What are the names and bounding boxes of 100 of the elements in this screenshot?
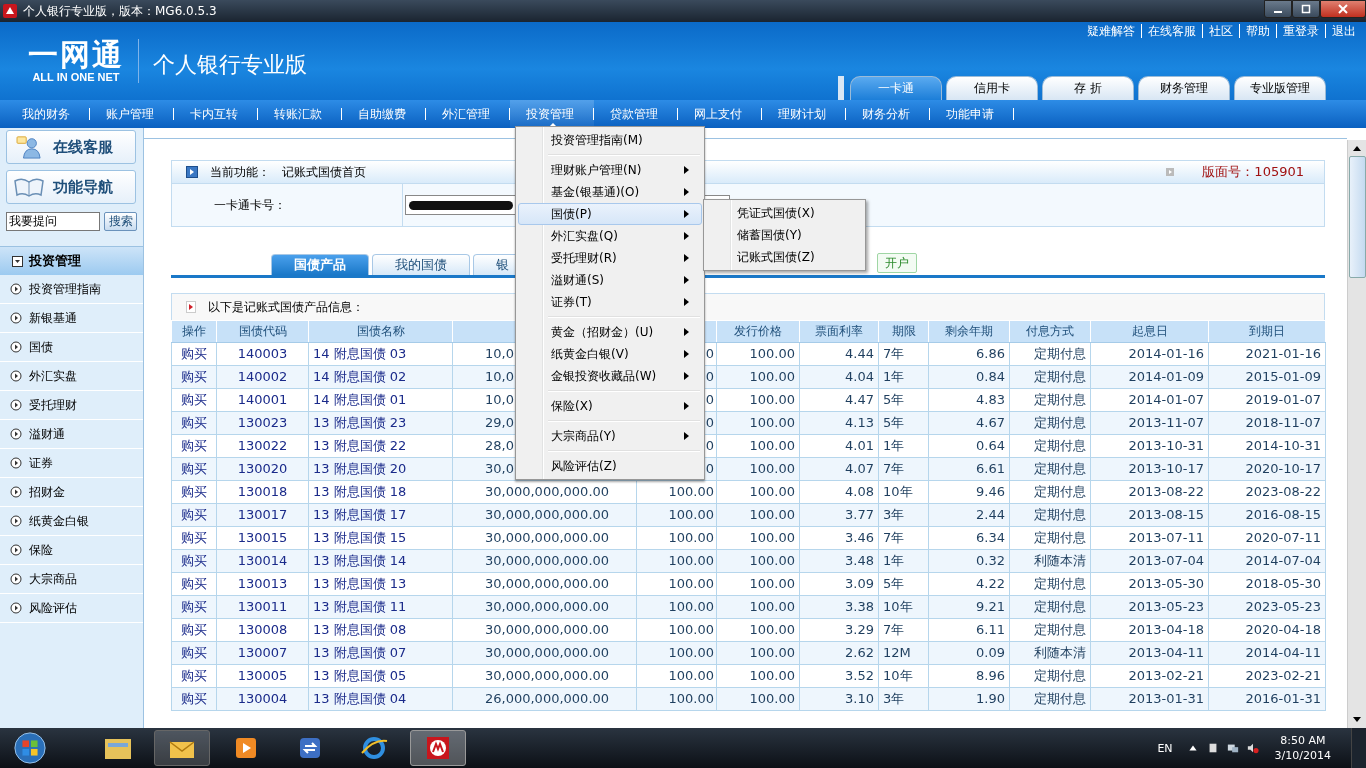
table-cell: 定期付息 [1034,576,1086,591]
table-cell: 4.07 [845,461,874,476]
table-cell: 2015-01-09 [1245,369,1321,384]
table-cell: 100.00 [749,484,795,499]
open-account-button[interactable]: 开户 [877,253,917,273]
mail-taskbar-icon[interactable] [154,730,210,766]
table-cell: 定期付息 [1034,461,1086,476]
table-cell: 100.00 [749,691,795,706]
menu-item[interactable]: 溢财通(S) [518,269,702,291]
submenu-arrow-icon [684,166,689,174]
menu-item[interactable]: 纸黄金白银(V) [518,343,702,365]
header-link[interactable]: 在线客服 [1142,24,1203,38]
scroll-thumb[interactable] [1348,156,1366,278]
sidebar-item[interactable]: 投资管理指南 [29,280,101,298]
product-tab[interactable]: 国债产品 [271,254,369,275]
table-cell: 定期付息 [1034,438,1086,453]
nav-item[interactable]: 投资管理 [510,100,594,128]
clock-time[interactable]: 8:50 AM [1280,733,1326,748]
bond-name-cell: 13 附息国债 22 [313,438,407,453]
header-tab[interactable]: 信用卡 [946,76,1038,100]
bullet-icon [10,486,22,498]
muted-speaker-icon[interactable] [1246,742,1259,754]
table-cell: 2021-01-16 [1245,346,1321,361]
close-button[interactable] [1320,0,1366,18]
menu-item[interactable]: 国债(P) [518,203,702,225]
table-cell: 0 [705,346,714,361]
column-header: 发行价格 [734,324,782,338]
book-icon [13,175,45,199]
sidebar-item[interactable]: 证券 [29,454,53,472]
menu-item[interactable]: 凭证式国债(X) [706,202,863,224]
column-header: 票面利率 [815,324,863,338]
question-field[interactable]: 我要提问 [6,212,100,231]
menu-item[interactable]: 投资管理指南(M) [518,129,702,151]
product-tab[interactable]: 我的国债 [372,254,470,275]
online-service-button[interactable]: 在线客服 [6,130,136,164]
table-cell: 定期付息 [1034,369,1086,384]
column-header: 剩余年期 [945,324,993,338]
table-cell: 定期付息 [1034,484,1086,499]
sidebar-item[interactable]: 风险评估 [29,599,77,617]
menu-item[interactable]: 大宗商品(Y) [518,425,702,447]
clock-date[interactable]: 3/10/2014 [1274,748,1331,763]
table-cell: 2016-08-15 [1245,507,1321,522]
header-link[interactable]: 退出 [1326,24,1362,38]
table-cell: 2023-02-21 [1245,668,1321,683]
bullet-icon [10,515,22,527]
table-cell: 2019-01-07 [1245,392,1321,407]
table-cell: 100.00 [668,645,714,660]
header-link[interactable]: 疑难解答 [1081,24,1142,38]
sidebar-item[interactable]: 保险 [29,541,53,559]
header-tab[interactable]: 存 折 [1042,76,1134,100]
minimize-button[interactable] [1264,0,1292,18]
sidebar-item[interactable]: 国债 [29,338,53,356]
header-link[interactable]: 帮助 [1240,24,1277,38]
sidebar-item[interactable]: 纸黄金白银 [29,512,89,530]
language-indicator[interactable]: EN [1157,741,1173,755]
sidebar-item[interactable]: 溢财通 [29,425,65,443]
table-cell: 利随本清 [1034,553,1086,568]
menu-item[interactable]: 保险(X) [518,395,702,417]
bank-app-taskbar-icon[interactable] [410,730,466,766]
sidebar-item[interactable]: 大宗商品 [29,570,77,588]
table-cell: 28,0 [485,438,514,453]
table-cell: 100.00 [749,461,795,476]
table-cell: 0 [705,369,714,384]
table-cell: 100.00 [668,576,714,591]
bullet-icon [10,370,22,382]
table-cell: 140001 [237,392,288,407]
menu-item[interactable]: 受托理财(R) [518,247,702,269]
maximize-button[interactable] [1292,0,1320,18]
sidebar-item[interactable]: 新银基通 [29,309,77,327]
table-cell: 10,0 [485,346,514,361]
menu-item[interactable]: 金银投资收藏品(W) [518,365,702,387]
header-link[interactable]: 重登录 [1277,24,1326,38]
table-cell: 30,000,000,000.00 [485,622,610,637]
table-cell: 4.08 [845,484,874,499]
header-tab[interactable]: 财务管理 [1138,76,1230,100]
table-cell: 3年 [883,691,905,706]
table-cell: 6.86 [976,346,1005,361]
table-cell: 2014-01-09 [1128,369,1204,384]
network-icon[interactable] [1226,742,1239,754]
menu-item[interactable]: 证券(T) [518,291,702,313]
menu-item[interactable]: 记账式国债(Z) [706,246,863,268]
menu-item[interactable]: 风险评估(Z) [518,455,702,477]
sidebar-item[interactable]: 招财金 [29,483,65,501]
sidebar-item[interactable]: 受托理财 [29,396,77,414]
search-button[interactable]: 搜索 [104,212,137,231]
menu-item[interactable]: 理财账户管理(N) [518,159,702,181]
section-header[interactable]: 投资管理 [0,246,143,275]
bond-name-cell: 13 附息国债 13 [313,576,407,591]
sidebar-item[interactable]: 外汇实盘 [29,367,77,385]
menu-item[interactable]: 基金(银基通)(O) [518,181,702,203]
function-guide-button[interactable]: 功能导航 [6,170,136,204]
info-text: 以下是记账式国债产品信息： [208,298,364,316]
table-cell: 2014-07-04 [1245,553,1321,568]
table-cell: 2014-01-07 [1128,392,1204,407]
menu-item[interactable]: 储蓄国债(Y) [706,224,863,246]
menu-item[interactable]: 黄金（招财金）(U) [518,321,702,343]
scrollbar[interactable] [1347,140,1366,728]
menu-item[interactable]: 外汇实盘(Q) [518,225,702,247]
header-tab[interactable]: 专业版管理 [1234,76,1326,100]
header-link[interactable]: 社区 [1203,24,1240,38]
